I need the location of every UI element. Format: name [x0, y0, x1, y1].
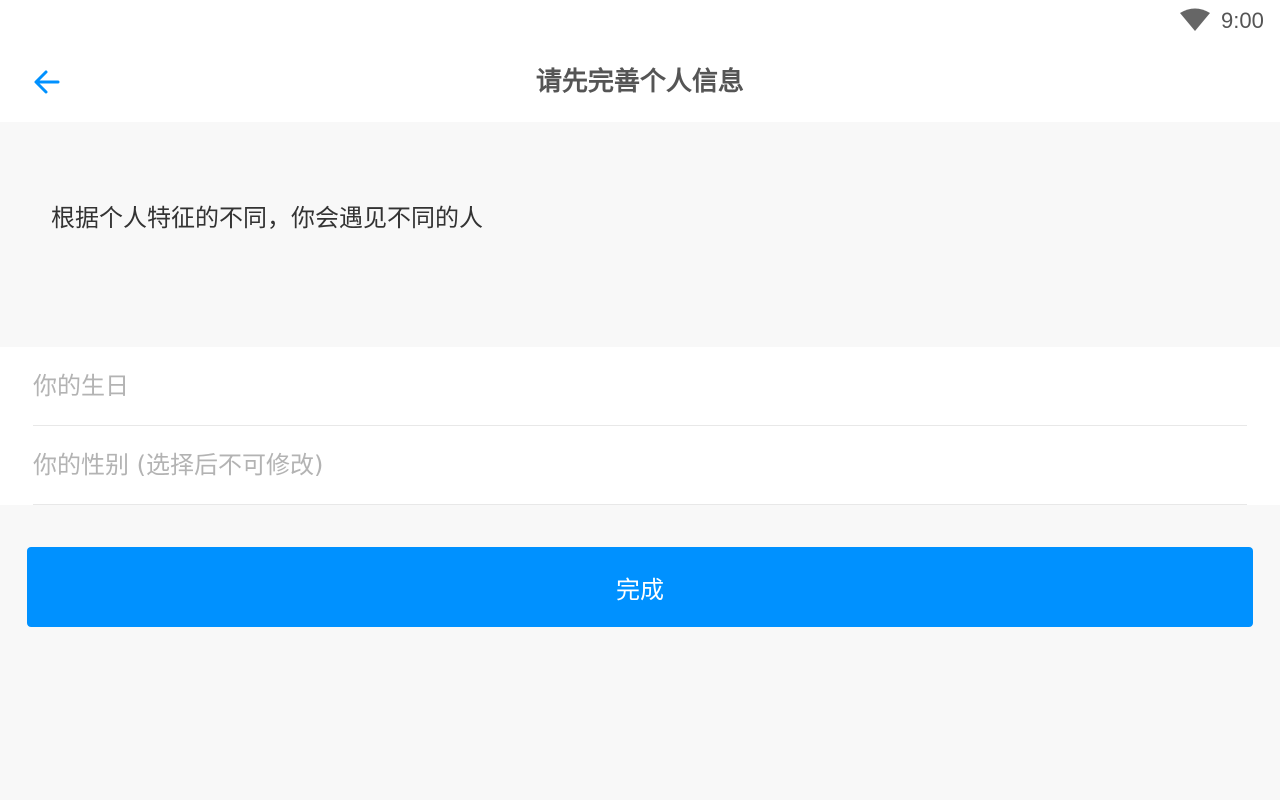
gender-placeholder: 你的性别 (选择后不可修改) — [33, 451, 324, 479]
app-bar: 请先完善个人信息 — [0, 42, 1280, 122]
birthday-field[interactable]: 你的生日 — [33, 347, 1247, 426]
intro-section: 根据个人特征的不同，你会遇见不同的人 — [0, 122, 1280, 347]
done-button[interactable]: 完成 — [27, 547, 1253, 627]
birthday-placeholder: 你的生日 — [33, 372, 129, 400]
page-title: 请先完善个人信息 — [535, 67, 744, 97]
profile-form: 你的生日 你的性别 (选择后不可修改) — [0, 347, 1280, 505]
wifi-icon — [1180, 8, 1210, 31]
status-time: 9:00 — [1221, 8, 1264, 33]
status-bar: 9:00 — [0, 0, 1280, 42]
intro-text: 根据个人特征的不同，你会遇见不同的人 — [51, 204, 483, 232]
gender-field[interactable]: 你的性别 (选择后不可修改) — [33, 426, 1247, 505]
